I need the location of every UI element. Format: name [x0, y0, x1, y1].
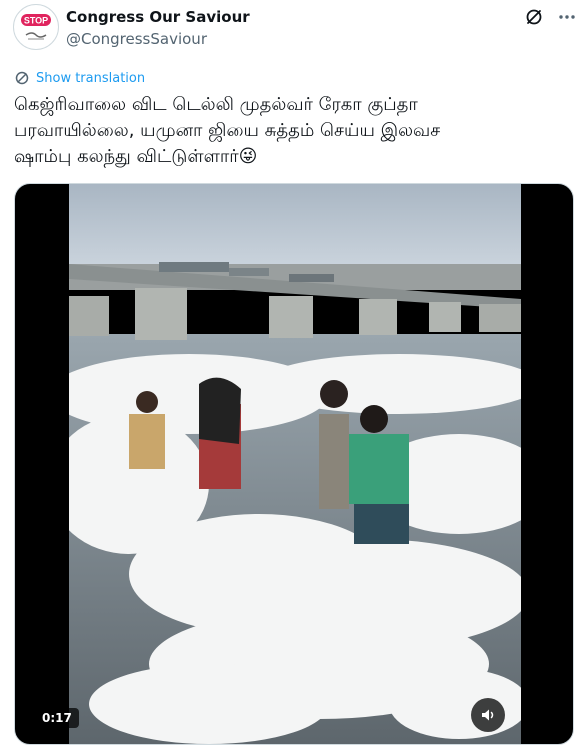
translate-icon: [15, 71, 29, 85]
show-translation-link[interactable]: Show translation: [14, 70, 145, 86]
show-translation-label: Show translation: [36, 70, 146, 86]
video-frame[interactable]: [69, 184, 521, 744]
more-icon[interactable]: [556, 6, 578, 28]
user-handle[interactable]: @CongressSaviour: [66, 30, 207, 48]
volume-icon[interactable]: [471, 698, 505, 732]
grok-icon[interactable]: [523, 6, 545, 28]
video-player[interactable]: 0:17: [14, 183, 574, 745]
video-duration: 0:17: [35, 708, 79, 728]
display-name[interactable]: Congress Our Saviour: [66, 8, 250, 26]
tweet-text: கெஜ்ரிவாலை விட டெல்லி முதல்வர் ரேகா குப்…: [14, 94, 441, 167]
svg-text:STOP: STOP: [24, 16, 48, 26]
avatar[interactable]: STOP: [13, 4, 59, 50]
stop-logo: STOP: [15, 6, 57, 48]
